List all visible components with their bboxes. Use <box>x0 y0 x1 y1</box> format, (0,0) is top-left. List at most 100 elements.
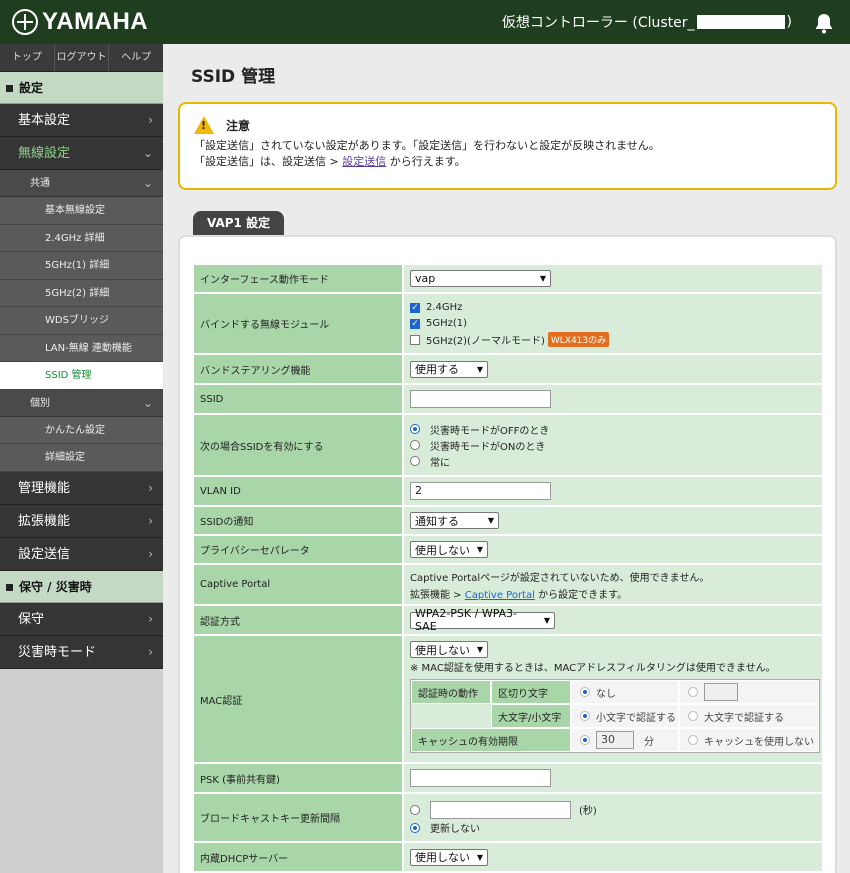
vap-card: インターフェース動作モード vap ▼ バインドする無線モジュール ✓ 2.4GHz … <box>178 235 837 873</box>
row-vlan-id: VLAN ID 2 <box>194 477 822 507</box>
chevron-down-icon: ⌄ <box>142 146 153 160</box>
cache-expiry-input[interactable]: 30 <box>596 731 634 749</box>
chevron-right-icon: › <box>148 113 153 127</box>
psk-input[interactable] <box>410 769 551 787</box>
row-band-steering: バンドステアリング機能 使用する ▼ <box>194 355 822 385</box>
menu-disaster-mode[interactable]: 災害時モード › <box>0 635 163 669</box>
menu-5ghz1-detail[interactable]: 5GHz(1) 詳細 <box>0 252 163 280</box>
captive-message: Captive Portalページが設定されていないため、使用できません。 <box>410 572 710 584</box>
chevron-down-icon: ▼ <box>476 645 483 654</box>
menu-individual[interactable]: 個別 ⌄ <box>0 389 163 417</box>
row-bind-module: バインドする無線モジュール ✓ 2.4GHz ✓ 5GHz(1) 5GHz(2)(ノ… <box>194 294 822 355</box>
broadcast-interval-input[interactable] <box>430 800 571 819</box>
tuning-fork-icon <box>12 9 38 35</box>
ssid-input[interactable] <box>410 390 551 408</box>
row-dhcp-server: 内蔵DHCPサーバー 使用しない ▼ <box>194 843 822 873</box>
menu-easy-setup[interactable]: かんたん設定 <box>0 416 163 444</box>
chevron-right-icon: › <box>148 480 153 495</box>
section-settings: 設定 <box>0 72 163 104</box>
bell-icon[interactable] <box>814 12 834 34</box>
warning-icon: ! <box>194 116 214 134</box>
menu-detail-setup[interactable]: 詳細設定 <box>0 444 163 472</box>
ssid-notify-select[interactable]: 通知する ▼ <box>410 512 499 529</box>
section-maintenance: 保守 / 災害時 <box>0 570 163 603</box>
notice-line1: 「設定送信」されていない設定があります。「設定送信」を行わないと設定が反映されま… <box>194 139 660 152</box>
radio-cache-expiry[interactable] <box>580 735 590 745</box>
notice-title: 注意 <box>226 118 251 133</box>
menu-ssid-management[interactable]: SSID 管理 <box>0 362 163 390</box>
row-ssid-notify: SSIDの通知 通知する ▼ <box>194 507 822 536</box>
mac-auth-select[interactable]: 使用しない ▼ <box>410 641 488 658</box>
nav-logout[interactable]: ログアウト <box>55 44 110 71</box>
row-mac-auth: MAC認証 使用しない ▼ ※ MAC認証を使用するときは、MACアドレスフィルタ… <box>194 636 822 764</box>
delimiter-input[interactable] <box>704 683 738 701</box>
square-icon <box>6 85 13 92</box>
chevron-right-icon: › <box>148 611 153 626</box>
menu-5ghz2-detail[interactable]: 5GHz(2) 詳細 <box>0 279 163 307</box>
brand-name: YAMAHA <box>42 8 149 35</box>
radio-delim-custom[interactable] <box>688 687 698 697</box>
row-captive-portal: Captive Portal Captive Portalページが設定されていな… <box>194 565 822 606</box>
menu-wds-bridge[interactable]: WDSブリッジ <box>0 307 163 335</box>
interface-mode-select[interactable]: vap ▼ <box>410 270 551 287</box>
square-icon <box>6 583 13 591</box>
vlan-id-input[interactable]: 2 <box>410 482 551 500</box>
menu-24ghz-detail[interactable]: 2.4GHz 詳細 <box>0 224 163 252</box>
radio-no-update[interactable] <box>410 822 420 833</box>
menu-basic-wireless[interactable]: 基本無線設定 <box>0 197 163 225</box>
chevron-down-icon: ⌄ <box>142 176 153 190</box>
menu-wireless[interactable]: 無線設定 ⌄ <box>0 137 163 170</box>
menu-maintenance[interactable]: 保守 › <box>0 602 163 636</box>
vap-tab[interactable]: VAP1 設定 <box>193 211 285 236</box>
auth-method-select[interactable]: WPA2-PSK / WPA3-SAE ▼ <box>410 607 555 633</box>
chevron-right-icon: › <box>148 513 153 528</box>
menu-common[interactable]: 共通 ⌄ <box>0 170 163 197</box>
menu-management[interactable]: 管理機能 › <box>0 471 163 505</box>
row-privacy-separator: プライバシーセパレータ 使用しない ▼ <box>194 536 822 565</box>
row-auth-method: 認証方式 WPA2-PSK / WPA3-SAE ▼ <box>194 606 822 636</box>
dhcp-server-select[interactable]: 使用しない ▼ <box>410 848 488 866</box>
row-interface-mode: インターフェース動作モード vap ▼ <box>194 265 822 294</box>
mac-auth-note: ※ MAC認証を使用するときは、MACアドレスフィルタリングは使用できません。 <box>410 663 776 674</box>
radio-lowercase[interactable] <box>580 711 590 721</box>
radio-uppercase[interactable] <box>688 711 698 721</box>
yamaha-logo[interactable]: YAMAHA <box>12 7 148 37</box>
radio-delim-none[interactable] <box>580 687 590 697</box>
redacted-block <box>696 15 785 29</box>
top-nav: トップ ログアウト ヘルプ <box>0 44 163 72</box>
radio-interval[interactable] <box>410 804 420 815</box>
radio-always[interactable] <box>410 456 420 466</box>
notice-box: ! 注意 「設定送信」されていない設定があります。「設定送信」を行わないと設定が反… <box>178 102 837 190</box>
row-ssid: SSID <box>194 385 822 415</box>
header-bar: YAMAHA 仮想コントローラー (Cluster_) <box>0 0 850 44</box>
row-broadcast-key: ブロードキャストキー更新間隔 (秒) 更新しない <box>194 794 822 843</box>
page-title: SSID 管理 <box>191 67 276 87</box>
radio-disaster-off[interactable] <box>410 424 420 434</box>
chevron-right-icon: › <box>148 546 153 561</box>
menu-send-settings[interactable]: 設定送信 › <box>0 537 163 571</box>
menu-basic[interactable]: 基本設定 › <box>0 104 163 137</box>
main-content: SSID 管理 ! 注意 「設定送信」されていない設定があります。「設定送信」を行… <box>163 44 850 873</box>
nav-help[interactable]: ヘルプ <box>109 44 163 71</box>
privacy-separator-select[interactable]: 使用しない ▼ <box>410 541 488 558</box>
controller-name: 仮想コントローラー (Cluster_) <box>501 14 792 31</box>
menu-extensions[interactable]: 拡張機能 › <box>0 504 163 538</box>
checkbox-5ghz2[interactable] <box>410 334 420 345</box>
checkbox-24ghz[interactable]: ✓ <box>410 302 420 313</box>
checkbox-5ghz1[interactable]: ✓ <box>410 318 420 329</box>
chevron-down-icon: ▼ <box>487 516 494 525</box>
send-settings-link[interactable]: 設定送信 <box>342 155 386 168</box>
captive-portal-link[interactable]: Captive Portal <box>465 590 535 601</box>
row-enable-ssid: 次の場合SSIDを有効にする 災害時モードがOFFのとき 災害時モードがONのと… <box>194 415 822 477</box>
radio-disaster-on[interactable] <box>410 440 420 450</box>
nav-top[interactable]: トップ <box>0 44 55 71</box>
chevron-down-icon: ⌄ <box>142 395 153 410</box>
radio-no-cache[interactable] <box>688 735 698 745</box>
mac-auth-subtable: 認証時の動作 区切り文字 なし 大文字/小文字 小文字で認証する 大文字で認証す… <box>410 679 820 753</box>
menu-lan-wireless-link[interactable]: LAN-無線 連動機能 <box>0 334 163 362</box>
chevron-down-icon: ▼ <box>543 615 550 625</box>
settings-table: インターフェース動作モード vap ▼ バインドする無線モジュール ✓ 2.4GHz … <box>194 265 822 873</box>
row-psk: PSK (事前共有鍵) <box>194 764 822 794</box>
band-steering-select[interactable]: 使用する ▼ <box>410 360 488 378</box>
sidebar: トップ ログアウト ヘルプ 設定 基本設定 › 無線設定 ⌄ 共通 ⌄ 基本無線設定 … <box>0 44 163 873</box>
